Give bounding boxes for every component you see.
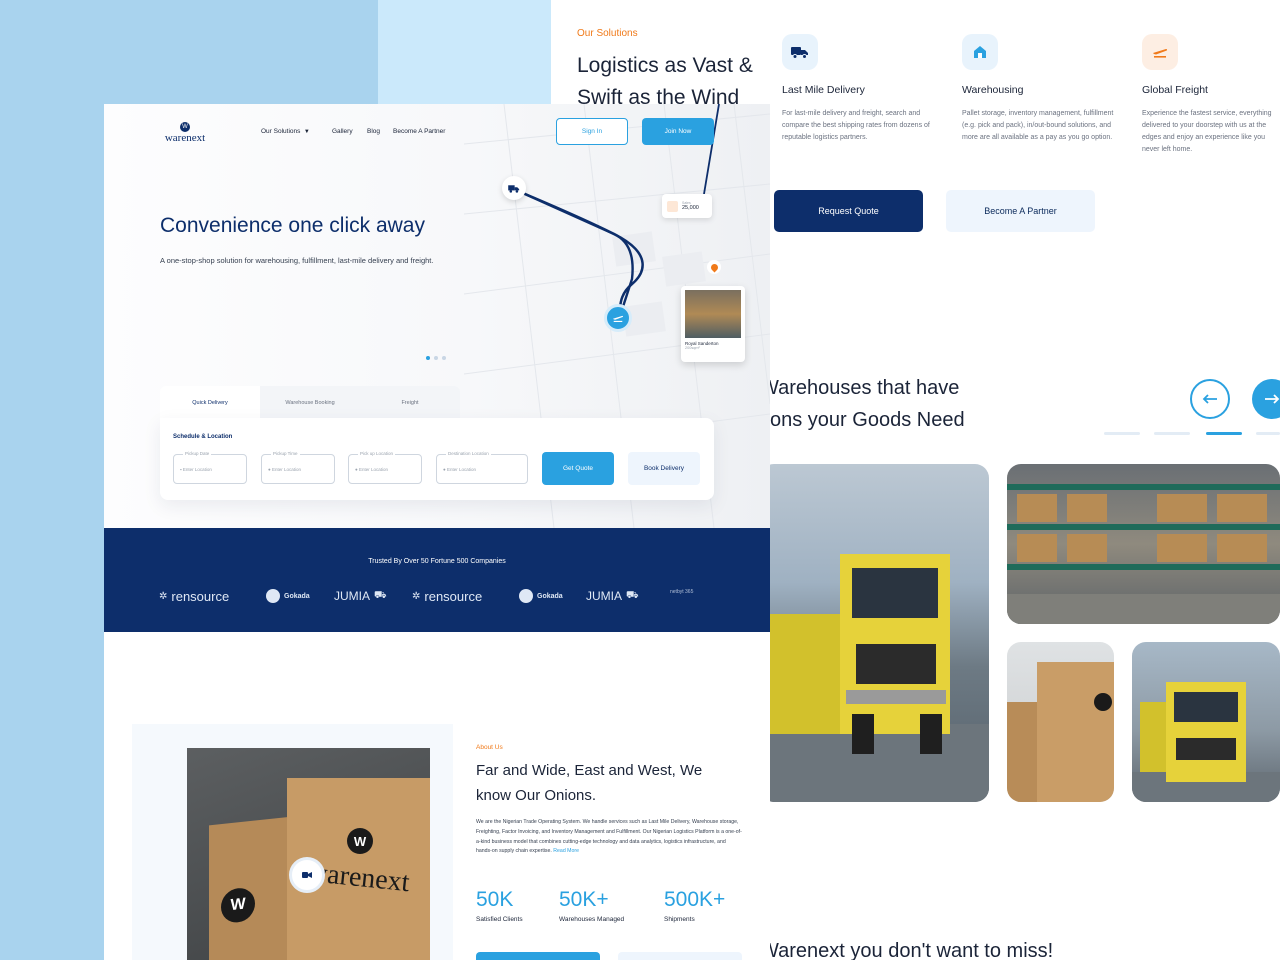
pickup-time-field[interactable]: Pickup Time ● Enter Location bbox=[261, 451, 335, 484]
carousel-next-button[interactable] bbox=[1252, 379, 1280, 419]
booking-form: Schedule & Location Pickup Date ▪ Enter … bbox=[160, 418, 714, 500]
nav-blog[interactable]: Blog bbox=[367, 128, 380, 135]
stat-shipments: 500K+ Shipments bbox=[664, 888, 726, 923]
truck-marker[interactable] bbox=[502, 176, 526, 200]
hero-subtitle: A one-stop-shop solution for warehousing… bbox=[160, 256, 434, 265]
box-logo-icon: W bbox=[347, 828, 373, 854]
service-title: Global Freight bbox=[1142, 84, 1208, 96]
nav-become-partner[interactable]: Become A Partner bbox=[393, 128, 445, 135]
trusted-title: Trusted By Over 50 Fortune 500 Companies bbox=[368, 558, 506, 565]
gokada-icon bbox=[519, 589, 533, 603]
bottom-heading: Warenext you don't want to miss! bbox=[760, 940, 1054, 960]
logo[interactable]: W warenext bbox=[160, 122, 210, 144]
sales-badge: Sales 25,000 bbox=[662, 194, 712, 218]
pagination-dot[interactable] bbox=[442, 356, 446, 360]
service-title: Warehousing bbox=[962, 84, 1024, 96]
service-desc: Experience the fastest service, everythi… bbox=[1142, 110, 1272, 153]
brand-logo-gokada: Gokada bbox=[266, 589, 310, 603]
become-partner-button[interactable]: Become A Partner bbox=[946, 190, 1095, 232]
booking-widget: Quick Delivery Warehouse Booking Freight… bbox=[160, 386, 714, 500]
tab-warehouse-booking[interactable]: Warehouse Booking bbox=[260, 386, 360, 420]
rensource-icon: ✲ bbox=[412, 591, 421, 602]
warehouse-map-card[interactable]: Royal Sanderton 200sqm² bbox=[681, 286, 745, 362]
about-photo: W W warenext bbox=[187, 748, 430, 960]
trusted-band: Trusted By Over 50 Fortune 500 Companies… bbox=[104, 528, 770, 632]
about-primary-button[interactable] bbox=[476, 952, 600, 960]
truck-photo-large bbox=[760, 464, 989, 802]
book-delivery-button[interactable]: Book Delivery bbox=[628, 452, 700, 485]
carousel-prev-button[interactable] bbox=[1190, 379, 1230, 419]
stat-warehouses: 50K+ Warehouses Managed bbox=[559, 888, 625, 923]
nav-gallery[interactable]: Gallery bbox=[332, 128, 353, 135]
box-photo bbox=[1007, 642, 1114, 802]
box-logo-icon: W bbox=[221, 886, 255, 925]
warehouse-thumbnail bbox=[685, 290, 741, 338]
pagination-dot[interactable] bbox=[434, 356, 438, 360]
solutions-eyebrow: Our Solutions bbox=[577, 28, 638, 39]
cart-icon bbox=[667, 200, 678, 212]
carousel-indicator-active[interactable] bbox=[1206, 432, 1242, 435]
carousel-indicator[interactable] bbox=[1154, 432, 1190, 435]
service-desc: For last-mile delivery and freight, sear… bbox=[782, 110, 930, 141]
tab-quick-delivery[interactable]: Quick Delivery bbox=[160, 386, 260, 420]
pickup-date-field[interactable]: Pickup Date ▪ Enter Location bbox=[173, 451, 247, 484]
truck-icon bbox=[508, 184, 520, 193]
brand-logo-jumia: JUMIA ⛟ bbox=[334, 589, 387, 603]
video-camera-icon bbox=[302, 872, 312, 878]
gokada-icon bbox=[266, 589, 280, 603]
plane-marker[interactable] bbox=[604, 304, 632, 332]
truck-photo-small bbox=[1132, 642, 1280, 802]
service-title: Last Mile Delivery bbox=[782, 84, 865, 96]
carousel-indicator[interactable] bbox=[1104, 432, 1140, 435]
hero-title: Convenience one click away bbox=[160, 214, 425, 237]
brand-logo-rensource: ✲ rensource bbox=[412, 589, 483, 604]
request-quote-button[interactable]: Request Quote bbox=[774, 190, 923, 232]
arrow-right-icon bbox=[1265, 394, 1280, 404]
brand-logo-netbyt: netbyt 365 bbox=[670, 589, 694, 595]
location-pin-icon bbox=[707, 260, 721, 274]
warehouses-title: Warehouses that have tions your Goods Ne… bbox=[760, 377, 965, 431]
caret-down-icon: ▼ bbox=[302, 129, 310, 135]
carousel-indicator[interactable] bbox=[1256, 432, 1280, 435]
rensource-icon: ✲ bbox=[159, 591, 168, 602]
nav-our-solutions[interactable]: Our Solutions ▼ bbox=[261, 128, 310, 135]
service-warehousing: Warehousing Pallet storage, inventory ma… bbox=[962, 34, 1122, 144]
brand-logo-rensource: ✲ rensource bbox=[159, 589, 230, 604]
service-last-mile: Last Mile Delivery For last-mile deliver… bbox=[782, 34, 942, 144]
plane-icon bbox=[1142, 34, 1178, 70]
brand-logo-jumia: JUMIA ⛟ bbox=[586, 589, 639, 603]
tab-freight[interactable]: Freight bbox=[360, 386, 460, 420]
background-mid bbox=[378, 0, 551, 104]
warehouse-photo bbox=[1007, 464, 1280, 624]
about-eyebrow: About Us bbox=[476, 744, 503, 751]
destination-location-field[interactable]: Destination Location ● Enter Location bbox=[436, 451, 528, 484]
join-now-button[interactable]: Join Now bbox=[642, 118, 714, 145]
get-quote-button[interactable]: Get Quote bbox=[542, 452, 614, 485]
read-more-link[interactable]: Read More bbox=[553, 848, 579, 854]
truck-icon bbox=[782, 34, 818, 70]
plane-icon bbox=[613, 315, 624, 322]
service-global-freight: Global Freight Experience the fastest se… bbox=[1142, 34, 1280, 156]
pickup-location-field[interactable]: Pick up Location ● Enter Location bbox=[348, 451, 422, 484]
brand-logo-gokada: Gokada bbox=[519, 589, 563, 603]
sign-in-button[interactable]: Sign In bbox=[556, 118, 628, 145]
pagination-dot-active[interactable] bbox=[426, 356, 430, 360]
about-text: We are the Nigerian Trade Operating Syst… bbox=[476, 819, 742, 855]
logo-mark-icon: W bbox=[180, 122, 190, 132]
hero-pagination bbox=[426, 356, 446, 360]
stat-clients: 50K Satisfied Clients bbox=[476, 888, 523, 923]
about-secondary-button[interactable] bbox=[618, 952, 742, 960]
about-title: Far and Wide, East and West, We know Our… bbox=[476, 762, 703, 804]
booking-tabs: Quick Delivery Warehouse Booking Freight bbox=[160, 386, 460, 420]
cart-icon: ⛟ bbox=[374, 589, 387, 601]
arrow-left-icon bbox=[1202, 394, 1217, 404]
warehouse-icon bbox=[962, 34, 998, 70]
cart-icon: ⛟ bbox=[626, 589, 639, 601]
schedule-location-label: Schedule & Location bbox=[173, 434, 233, 440]
service-desc: Pallet storage, inventory management, fu… bbox=[962, 110, 1114, 141]
play-video-button[interactable] bbox=[289, 857, 325, 893]
